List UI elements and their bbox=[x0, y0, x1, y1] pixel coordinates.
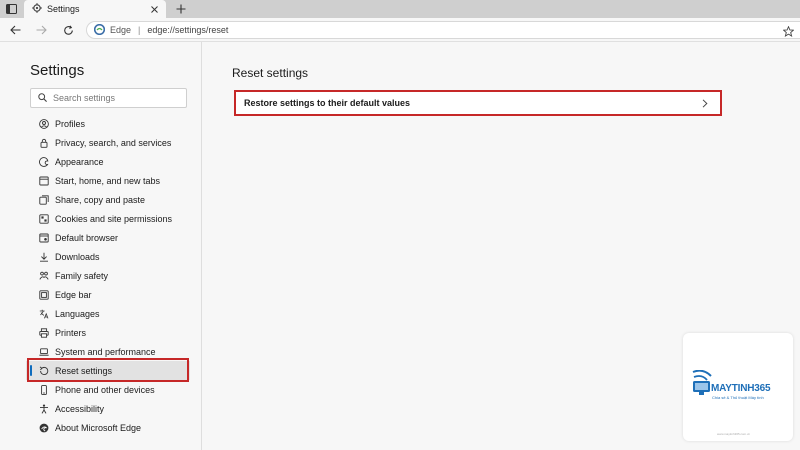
appearance-icon bbox=[38, 156, 49, 167]
profile-icon bbox=[38, 118, 49, 129]
sidebar-item-about[interactable]: About Microsoft Edge bbox=[26, 418, 190, 437]
default-browser-icon bbox=[38, 232, 49, 243]
address-url[interactable]: edge://settings/reset bbox=[147, 25, 228, 35]
tab-settings[interactable]: Settings bbox=[24, 0, 166, 18]
watermark-url: www.maytinh365.com.vn bbox=[717, 432, 751, 436]
edge-logo-icon bbox=[38, 422, 49, 433]
back-arrow-icon bbox=[9, 25, 20, 35]
settings-sidebar: Settings Profiles Privacy, search, and s… bbox=[0, 42, 202, 450]
sidebar-item-phone[interactable]: Phone and other devices bbox=[26, 380, 190, 399]
sidebar-item-label: Cookies and site permissions bbox=[55, 213, 173, 224]
family-icon bbox=[38, 270, 49, 281]
accessibility-icon bbox=[38, 403, 49, 414]
sidebar-item-label: Languages bbox=[55, 308, 100, 319]
reset-settings-highlight bbox=[27, 358, 189, 382]
search-box[interactable] bbox=[30, 88, 187, 108]
watermark-brand: MAYTINH365 bbox=[711, 383, 771, 394]
sidebar-item-accessibility[interactable]: Accessibility bbox=[26, 399, 190, 418]
chevron-right-icon bbox=[700, 98, 710, 108]
sidebar-item-printers[interactable]: Printers bbox=[26, 323, 190, 342]
sidebar-item-label: Profiles bbox=[55, 118, 86, 129]
sidebar-item-languages[interactable]: Languages bbox=[26, 304, 190, 323]
tab-actions-icon[interactable] bbox=[4, 3, 18, 15]
plus-icon bbox=[176, 4, 186, 14]
sidebar-item-label: Appearance bbox=[55, 156, 104, 167]
restore-defaults-label: Restore settings to their default values bbox=[244, 98, 411, 108]
lock-icon bbox=[38, 137, 49, 148]
laptop-icon bbox=[38, 346, 49, 357]
tab-title: Settings bbox=[47, 4, 80, 14]
sidebar-item-label: Phone and other devices bbox=[55, 384, 155, 395]
sidebar-item-label: Downloads bbox=[55, 251, 100, 262]
sidebar-item-privacy[interactable]: Privacy, search, and services bbox=[26, 133, 190, 152]
edge-bar-icon bbox=[38, 289, 49, 300]
sidebar-item-start-home[interactable]: Start, home, and new tabs bbox=[26, 171, 190, 190]
forward-button[interactable] bbox=[33, 22, 49, 38]
restore-defaults-button[interactable]: Restore settings to their default values bbox=[234, 90, 722, 116]
settings-nav: Profiles Privacy, search, and services A… bbox=[26, 114, 190, 437]
sidebar-item-label: Family safety bbox=[55, 270, 109, 281]
back-button[interactable] bbox=[7, 22, 23, 38]
toolbar: Edge | edge://settings/reset bbox=[0, 18, 800, 42]
watermark-tagline: Chia sẻ & Thủ thuật Máy tính bbox=[712, 395, 764, 400]
language-icon bbox=[38, 308, 49, 319]
download-icon bbox=[38, 251, 49, 262]
sidebar-item-share[interactable]: Share, copy and paste bbox=[26, 190, 190, 209]
sidebar-item-label: Share, copy and paste bbox=[55, 194, 146, 205]
sidebar-item-label: Default browser bbox=[55, 232, 119, 243]
sidebar-item-label: System and performance bbox=[55, 346, 156, 357]
sidebar-item-label: Edge bar bbox=[55, 289, 92, 300]
sidebar-item-default-browser[interactable]: Default browser bbox=[26, 228, 190, 247]
tab-strip: Settings bbox=[0, 0, 800, 18]
sidebar-item-family-safety[interactable]: Family safety bbox=[26, 266, 190, 285]
refresh-button[interactable] bbox=[60, 22, 76, 38]
phone-icon bbox=[38, 384, 49, 395]
cookies-icon bbox=[38, 213, 49, 224]
sidebar-item-edge-bar[interactable]: Edge bar bbox=[26, 285, 190, 304]
gear-icon bbox=[32, 3, 42, 15]
start-icon bbox=[38, 175, 49, 186]
monitor-logo-icon bbox=[691, 369, 713, 398]
search-icon bbox=[38, 92, 47, 104]
sidebar-item-appearance[interactable]: Appearance bbox=[26, 152, 190, 171]
printer-icon bbox=[38, 327, 49, 338]
sidebar-item-downloads[interactable]: Downloads bbox=[26, 247, 190, 266]
close-icon[interactable] bbox=[148, 3, 160, 15]
search-input[interactable] bbox=[53, 93, 173, 103]
sidebar-item-profiles[interactable]: Profiles bbox=[26, 114, 190, 133]
forward-arrow-icon bbox=[36, 25, 47, 35]
favorite-star-icon[interactable] bbox=[782, 25, 794, 37]
sidebar-item-label: Printers bbox=[55, 327, 87, 338]
sidebar-title: Settings bbox=[30, 62, 85, 79]
sidebar-item-label: Accessibility bbox=[55, 403, 105, 414]
new-tab-button[interactable] bbox=[173, 1, 189, 17]
address-bar[interactable]: Edge | edge://settings/reset bbox=[86, 21, 800, 39]
share-icon bbox=[38, 194, 49, 205]
watermark-logo: MAYTINH365 Chia sẻ & Thủ thuật Máy tính … bbox=[683, 333, 793, 441]
sidebar-item-cookies[interactable]: Cookies and site permissions bbox=[26, 209, 190, 228]
page-title: Reset settings bbox=[232, 66, 309, 80]
address-brand: Edge bbox=[110, 25, 132, 35]
refresh-icon bbox=[63, 24, 73, 35]
edge-logo-icon bbox=[93, 23, 106, 37]
sidebar-item-label: Privacy, search, and services bbox=[55, 137, 172, 148]
sidebar-item-label: About Microsoft Edge bbox=[55, 422, 142, 433]
sidebar-item-label: Start, home, and new tabs bbox=[55, 175, 161, 186]
address-separator: | bbox=[138, 25, 141, 35]
